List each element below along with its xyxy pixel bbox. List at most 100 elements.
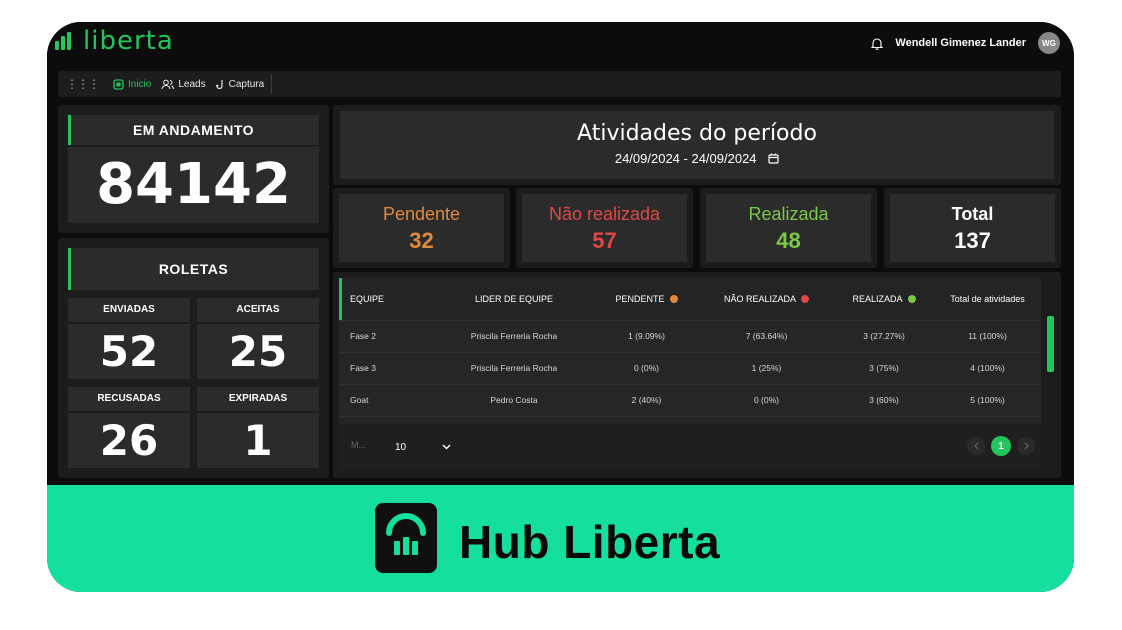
enviadas-value: 52 [99, 327, 159, 376]
table-row[interactable]: Goat Pedro Costa 2 (40%) 0 (0%) 3 (60%) … [339, 383, 1041, 416]
prev-page-button[interactable] [967, 437, 985, 455]
col-header-total[interactable]: Total de atividades [934, 278, 1041, 320]
atividades-header-box: Atividades do período 24/09/2024 - 24/09… [340, 111, 1054, 179]
next-page-button[interactable] [1017, 437, 1035, 455]
recusadas-label-box: RECUSADAS [68, 387, 190, 411]
em-andamento-value-box: 84142 [68, 147, 319, 223]
roletas-header: ROLETAS [68, 248, 319, 290]
nav-bar: ⋮⋮⋮ Inicio Leads Captura [58, 71, 1061, 97]
table-cell: Fase 2 [339, 319, 434, 352]
table-cell: 0 (0%) [594, 351, 699, 384]
table-cell: 1 (25%) [699, 351, 834, 384]
nav-item-label: Inicio [128, 78, 152, 90]
chevron-right-icon [1024, 442, 1029, 450]
logo-icon [53, 30, 75, 52]
table-row[interactable]: Fase 3 Priscila Ferreria Rocha 0 (0%) 1 … [339, 351, 1041, 384]
user-area: Wendell Gimenez Lander WG [871, 32, 1060, 54]
stat-value: 57 [592, 228, 617, 253]
status-dot-icon [669, 294, 678, 303]
stat-box: Não realizada 57 [522, 194, 687, 262]
stat-label: Realizada [748, 204, 829, 224]
stat-value: 48 [776, 228, 801, 253]
home-icon [113, 78, 124, 90]
top-bar: liberta Wendell Gimenez Lander WG [47, 22, 1074, 64]
col-header-nao-realizada[interactable]: NÃO REALIZADA [699, 278, 834, 320]
recusadas-label: RECUSADAS [97, 393, 161, 404]
expiradas-label-box: EXPIRADAS [197, 387, 319, 411]
stat-box: Realizada 48 [706, 194, 871, 262]
users-icon [161, 79, 175, 89]
app-logo[interactable]: liberta [53, 28, 174, 54]
chevron-left-icon [973, 442, 978, 450]
stat-box: Total 137 [890, 194, 1055, 262]
stat-box: Pendente 32 [339, 194, 504, 262]
date-range-row[interactable]: 24/09/2024 - 24/09/2024 [340, 151, 1054, 166]
nav-item-inicio[interactable]: Inicio [113, 79, 151, 90]
nav-divider [271, 74, 272, 94]
rows-per-page-label: M... [351, 440, 366, 450]
expiradas-value: 1 [243, 416, 273, 465]
expiradas-label: EXPIRADAS [228, 393, 288, 404]
stat-nao-realizada: Não realizada 57 [516, 188, 693, 268]
table-cell: 0 (0%) [699, 383, 834, 416]
teams-table: EQUIPE LIDER DE EQUIPE PENDENTE NÃO REAL… [339, 278, 1041, 470]
status-dot-icon [907, 294, 916, 303]
table-cell: 3 (27.27%) [834, 319, 934, 352]
enviadas-value-box: 52 [68, 324, 190, 379]
rows-per-page-select[interactable]: 10 [389, 436, 455, 458]
stat-pendente: Pendente 32 [333, 188, 510, 268]
aceitas-value: 25 [228, 327, 288, 376]
em-andamento-label: EM ANDAMENTO [132, 122, 255, 138]
expiradas-value-box: 1 [197, 413, 319, 468]
col-header-equipe[interactable]: EQUIPE [339, 278, 434, 320]
stat-label: Não realizada [548, 204, 661, 224]
table-cell: 2 (40%) [594, 383, 699, 416]
chevron-down-icon [442, 444, 451, 450]
logo-text: liberta [83, 26, 174, 56]
stat-label: Total [951, 204, 994, 224]
accent-bar [68, 115, 71, 145]
col-header-lider[interactable]: LIDER DE EQUIPE [434, 278, 594, 320]
table-scrollbar[interactable] [1047, 316, 1054, 372]
nav-item-leads[interactable]: Leads [161, 78, 206, 90]
stat-total: Total 137 [884, 188, 1061, 268]
app-screenshot-card: liberta Wendell Gimenez Lander WG ⋮⋮⋮ In… [47, 22, 1074, 592]
table-cell: 11 (100%) [934, 319, 1041, 352]
pagination-bar: M... 10 1 [339, 424, 1041, 470]
page-button-current[interactable]: 1 [991, 436, 1011, 456]
hook-icon [215, 79, 223, 89]
atividades-title: Atividades do período [577, 121, 817, 146]
col-header-pendente[interactable]: PENDENTE [594, 278, 699, 320]
calendar-icon[interactable] [768, 153, 779, 164]
table-header-row: EQUIPE LIDER DE EQUIPE PENDENTE NÃO REAL… [339, 278, 1041, 320]
em-andamento-panel: EM ANDAMENTO 84142 [58, 105, 329, 233]
avatar[interactable]: WG [1038, 32, 1060, 54]
stat-realizada: Realizada 48 [700, 188, 877, 268]
table-cell: Priscila Ferreria Rocha [434, 351, 594, 384]
status-dot-icon [801, 294, 810, 303]
table-row[interactable]: Fase 2 Priscila Ferreria Rocha 1 (9.09%)… [339, 319, 1041, 352]
nav-item-captura[interactable]: Captura [215, 79, 264, 90]
table-cell: 7 (63.64%) [699, 319, 834, 352]
accent-bar [68, 248, 71, 290]
table-cell: Fase 3 [339, 351, 434, 384]
col-header-realizada[interactable]: REALIZADA [834, 278, 934, 320]
aceitas-label: ACEITAS [236, 304, 280, 315]
recusadas-value-box: 26 [68, 413, 190, 468]
bell-icon[interactable] [871, 37, 884, 50]
table-cell: 3 (75%) [834, 351, 934, 384]
em-andamento-header: EM ANDAMENTO [68, 115, 319, 145]
atividades-panel: Atividades do período 24/09/2024 - 24/09… [333, 105, 1061, 185]
table-cell: Pedro Costa [434, 383, 594, 416]
nav-item-label: Leads [178, 78, 206, 90]
table-cell: Goat [339, 383, 434, 416]
user-name[interactable]: Wendell Gimenez Lander [895, 37, 1026, 49]
date-range: 24/09/2024 - 24/09/2024 [614, 151, 757, 166]
recusadas-value: 26 [99, 416, 159, 465]
stat-value: 32 [409, 228, 434, 253]
accent-bar [339, 278, 342, 320]
roletas-title: ROLETAS [158, 261, 229, 277]
hub-liberta-logo-icon [375, 503, 437, 573]
apps-grid-icon[interactable]: ⋮⋮⋮ [66, 77, 100, 91]
table-cell: Priscila Ferreria Rocha [434, 319, 594, 352]
